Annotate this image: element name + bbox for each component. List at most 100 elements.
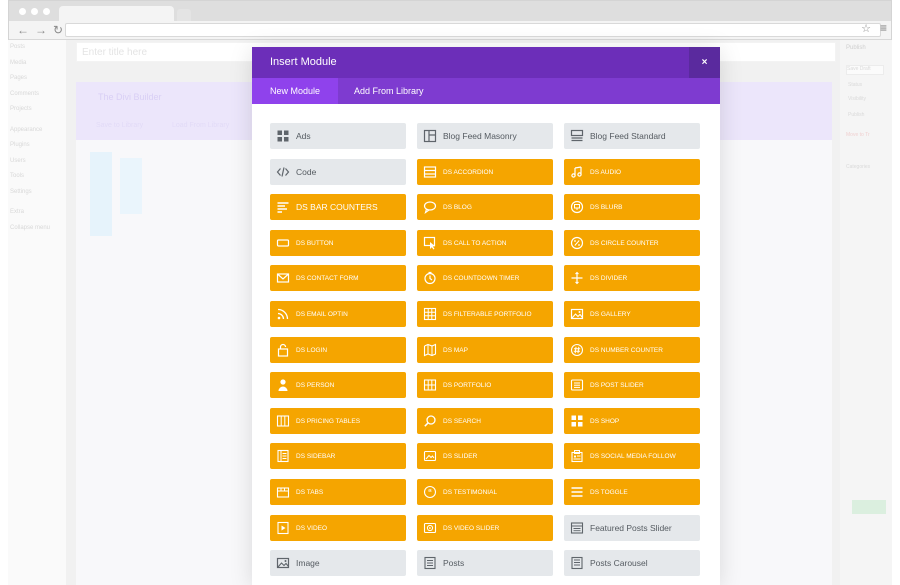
module-image[interactable]: Image [270,550,406,576]
wp-menu-item[interactable]: Projects [8,104,66,120]
wp-menu-item[interactable]: Appearance [8,125,66,141]
module-ds-circle-counter[interactable]: DS CIRCLE COUNTER [564,230,700,256]
featured-slider-icon [570,521,584,535]
module-ds-blurb[interactable]: DS BLURB [564,194,700,220]
module-blog-feed-masonry[interactable]: Blog Feed Masonry [417,123,553,149]
wp-menu-item[interactable]: Settings [8,187,66,203]
wp-menu-item[interactable]: Media [8,58,66,74]
module-ds-sidebar[interactable]: DS SIDEBAR [270,443,406,469]
maximize-window-dot[interactable] [43,8,50,15]
bookmark-star-icon[interactable]: ☆ [861,22,871,35]
module-ds-email-optin[interactable]: DS EMAIL OPTIN [270,301,406,327]
close-modal-button[interactable]: × [689,47,720,78]
wp-menu-item[interactable]: Collapse menu [8,223,66,239]
module-ds-video[interactable]: DS VIDEO [270,515,406,541]
module-code[interactable]: Code [270,159,406,185]
envelope-icon [276,271,290,285]
module-ds-filterable-portfolio[interactable]: DS FILTERABLE PORTFOLIO [417,301,553,327]
module-label: Ads [296,131,311,141]
module-ds-slider[interactable]: DS SLIDER [417,443,553,469]
tab-add-from-library[interactable]: Add From Library [336,78,442,104]
module-ds-contact-form[interactable]: DS CONTACT FORM [270,265,406,291]
back-arrow-icon[interactable]: ← [17,23,29,37]
modal-header: Insert Module × [252,47,720,78]
module-label: DS DIVIDER [590,274,628,282]
video-slider-icon [423,521,437,535]
module-label: Blog Feed Masonry [443,131,517,141]
module-label: DS TOGGLE [590,488,628,496]
module-ds-login[interactable]: DS LOGIN [270,337,406,363]
browser-tab-bar [9,1,891,21]
wp-menu-item[interactable]: Users [8,156,66,172]
module-ds-countdown-timer[interactable]: DS COUNTDOWN TIMER [417,265,553,291]
module-ds-toggle[interactable]: DS TOGGLE [564,479,700,505]
module-label: DS LOGIN [296,346,328,354]
url-field[interactable] [65,23,881,37]
module-ds-post-slider[interactable]: DS POST SLIDER [564,372,700,398]
reload-icon[interactable]: ↻ [53,23,63,37]
module-label: DS SOCIAL MEDIA FOLLOW [590,452,676,460]
module-ds-tabs[interactable]: DS TABS [270,479,406,505]
wp-menu-item[interactable]: Extra [8,207,66,223]
module-ds-audio[interactable]: DS AUDIO [564,159,700,185]
wp-menu-item[interactable]: Plugins [8,140,66,156]
divi-builder-title: The Divi Builder [98,92,162,102]
module-featured-posts-slider[interactable]: Featured Posts Slider [564,515,700,541]
close-window-dot[interactable] [19,8,26,15]
module-ds-accordion[interactable]: DS ACCORDION [417,159,553,185]
module-posts-carousel[interactable]: Posts Carousel [564,550,700,576]
module-ds-blog[interactable]: DS BLOG [417,194,553,220]
visibility-label: Visibility [848,96,866,102]
wp-menu-item[interactable]: Tools [8,171,66,187]
module-ds-map[interactable]: DS MAP [417,337,553,363]
module-label: DS BAR COUNTERS [296,202,378,212]
minimize-window-dot[interactable] [31,8,38,15]
module-ds-portfolio[interactable]: DS PORTFOLIO [417,372,553,398]
social-icon [570,449,584,463]
module-ds-button[interactable]: DS BUTTON [270,230,406,256]
module-label: DS FILTERABLE PORTFOLIO [443,310,532,318]
module-label: DS SIDEBAR [296,452,336,460]
save-draft-label: Save Draft [847,66,871,72]
insert-module-modal: Insert Module × New Module Add From Libr… [252,47,720,585]
wp-menu-item[interactable]: Comments [8,89,66,105]
module-label: DS PRICING TABLES [296,417,361,425]
move-to-trash-link[interactable]: Move to Tr [846,132,870,138]
module-posts[interactable]: Posts [417,550,553,576]
browser-menu-icon[interactable]: ≡ [880,21,887,35]
save-draft-button[interactable]: Save Draft [846,65,884,75]
module-blog-feed-standard[interactable]: Blog Feed Standard [564,123,700,149]
module-label: DS SLIDER [443,452,478,460]
module-ds-video-slider[interactable]: DS VIDEO SLIDER [417,515,553,541]
module-ds-pricing-tables[interactable]: DS PRICING TABLES [270,408,406,434]
module-ds-testimonial[interactable]: “ DS TESTIMONIAL [417,479,553,505]
module-ds-bar-counters[interactable]: DS BAR COUNTERS [270,194,406,220]
wp-admin-menu: Posts Media Pages Comments Projects Appearanc… [8,40,66,238]
forward-arrow-icon[interactable]: → [35,23,47,37]
module-ds-person[interactable]: DS PERSON [270,372,406,398]
module-ads[interactable]: Ads [270,123,406,149]
module-ds-divider[interactable]: DS DIVIDER [564,265,700,291]
module-ds-shop[interactable]: DS SHOP [564,408,700,434]
post-slider-icon [570,378,584,392]
update-button[interactable] [852,500,886,514]
module-label: Posts [443,558,465,568]
module-ds-search[interactable]: DS SEARCH [417,408,553,434]
module-label: DS ACCORDION [443,168,494,176]
new-tab-button[interactable] [177,9,191,21]
map-icon [423,343,437,357]
tab-new-module[interactable]: New Module [252,78,339,104]
module-ds-number-counter[interactable]: DS NUMBER COUNTER [564,337,700,363]
quote-icon: “ [423,485,437,499]
wp-menu-item[interactable]: Posts [8,42,66,58]
module-label: DS VIDEO SLIDER [443,524,500,532]
module-ds-social-media-follow[interactable]: DS SOCIAL MEDIA FOLLOW [564,443,700,469]
save-to-library-button[interactable]: Save to Library [96,122,143,129]
pricing-icon [276,414,290,428]
module-ds-gallery[interactable]: DS GALLERY [564,301,700,327]
load-from-library-button[interactable]: Load From Library [172,122,229,129]
module-label: Blog Feed Standard [590,131,666,141]
browser-tab[interactable] [59,6,174,21]
wp-menu-item[interactable]: Pages [8,73,66,89]
module-ds-call-to-action[interactable]: DS CALL TO ACTION [417,230,553,256]
